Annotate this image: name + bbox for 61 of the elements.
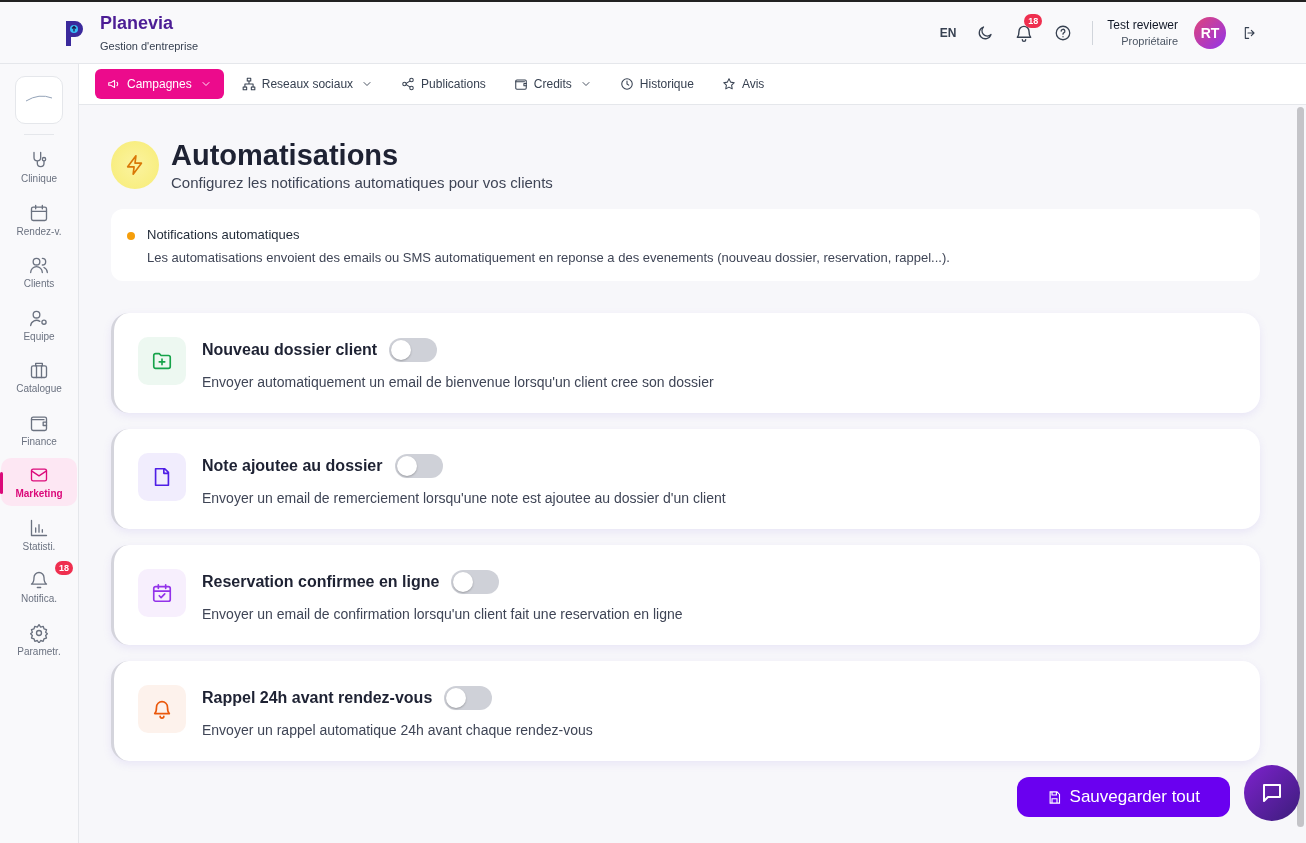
automation-title: Note ajoutee au dossier	[202, 457, 383, 475]
avatar[interactable]: RT	[1194, 16, 1226, 49]
user-role: Propriétaire	[1120, 35, 1178, 47]
toggle-switch[interactable]	[389, 338, 438, 362]
wallet-icon	[513, 77, 528, 91]
page-subtitle: Configurez les notifications automatiques pour vos clients	[171, 174, 553, 191]
tab[interactable]: Historique	[609, 69, 704, 99]
automation-title: Reservation confirmee en ligne	[202, 573, 440, 591]
bell-icon	[29, 570, 49, 590]
bar-chart-icon	[29, 517, 49, 538]
user-name: Test reviewer	[1107, 18, 1178, 32]
users-icon	[29, 255, 49, 275]
automation-description: Envoyer automatiquement un email de bienvenue lorsqu'un client cree son dossier	[202, 374, 714, 390]
scrollbar[interactable]	[1297, 107, 1304, 827]
sidebar-item[interactable]: Rendez-v.	[1, 195, 77, 244]
star-icon	[721, 77, 736, 91]
info-title: Notifications automatiques	[147, 227, 301, 242]
tab[interactable]: Reseaux sociaux	[231, 69, 384, 99]
automation-description: Envoyer un rappel automatique 24h avant chaque rendez-vous	[202, 722, 593, 738]
sidebar-item[interactable]: Equipe	[1, 300, 77, 349]
automation-description: Envoyer un email de confirmation lorsqu'un client fait une reservation en ligne	[202, 606, 683, 622]
sidebar-item[interactable]: Notifica. 18	[1, 563, 77, 611]
automation-description: Envoyer un email de remerciement lorsqu'une note est ajoutee au dossier d'un client	[202, 490, 726, 506]
sidebar-item[interactable]: Finance	[1, 405, 77, 454]
clock-icon	[619, 77, 634, 91]
briefcase-icon	[29, 360, 49, 380]
notification-badge: 18	[55, 561, 73, 575]
lightning-icon	[111, 141, 159, 189]
toggle-switch[interactable]	[444, 686, 493, 710]
sidebar-item[interactable]: Clinique	[1, 143, 77, 191]
sidebar-item[interactable]: Catalogue	[1, 353, 77, 401]
tab[interactable]: Publications	[391, 69, 496, 99]
toggle-switch[interactable]	[394, 454, 443, 478]
sidebar-item[interactable]: Statisti.	[1, 510, 77, 559]
tab[interactable]: Campagnes	[95, 69, 224, 99]
share-icon	[401, 77, 416, 91]
calendar-icon	[29, 202, 49, 223]
organization-logo[interactable]	[15, 76, 63, 124]
toggle-switch[interactable]	[451, 570, 500, 594]
settings-icon	[29, 622, 49, 643]
tab[interactable]: Avis	[711, 69, 775, 99]
info-text: Les automatisations envoient des emails ou SMS automatiquement en reponse a des evenements (nouveau dossier, reservation, rappel...).	[147, 250, 950, 265]
automation-title: Nouveau dossier client	[202, 341, 378, 359]
automation-title: Rappel 24h avant rendez-vous	[202, 689, 433, 707]
moon-icon[interactable]	[976, 23, 995, 42]
sidebar-item[interactable]: Clients	[1, 248, 77, 296]
sidebar-item[interactable]: Marketing	[1, 458, 77, 506]
help-icon[interactable]	[1054, 23, 1073, 42]
brand-name: Planevia	[100, 13, 175, 34]
save-icon	[1046, 789, 1062, 805]
save-button[interactable]: Sauvegarder tout	[1016, 777, 1230, 817]
chat-button[interactable]	[1244, 765, 1300, 821]
chat-icon	[1260, 781, 1284, 805]
tab[interactable]: Credits	[503, 69, 602, 99]
network-icon	[241, 77, 256, 91]
notification-badge: 18	[1024, 13, 1043, 28]
brand-subtitle: Gestion d'entreprise	[100, 40, 199, 52]
page-title: Automatisations	[171, 139, 400, 172]
language-button[interactable]: EN	[939, 25, 957, 40]
sidebar-item[interactable]: Parametr.	[1, 615, 77, 664]
megaphone-icon	[107, 77, 121, 91]
